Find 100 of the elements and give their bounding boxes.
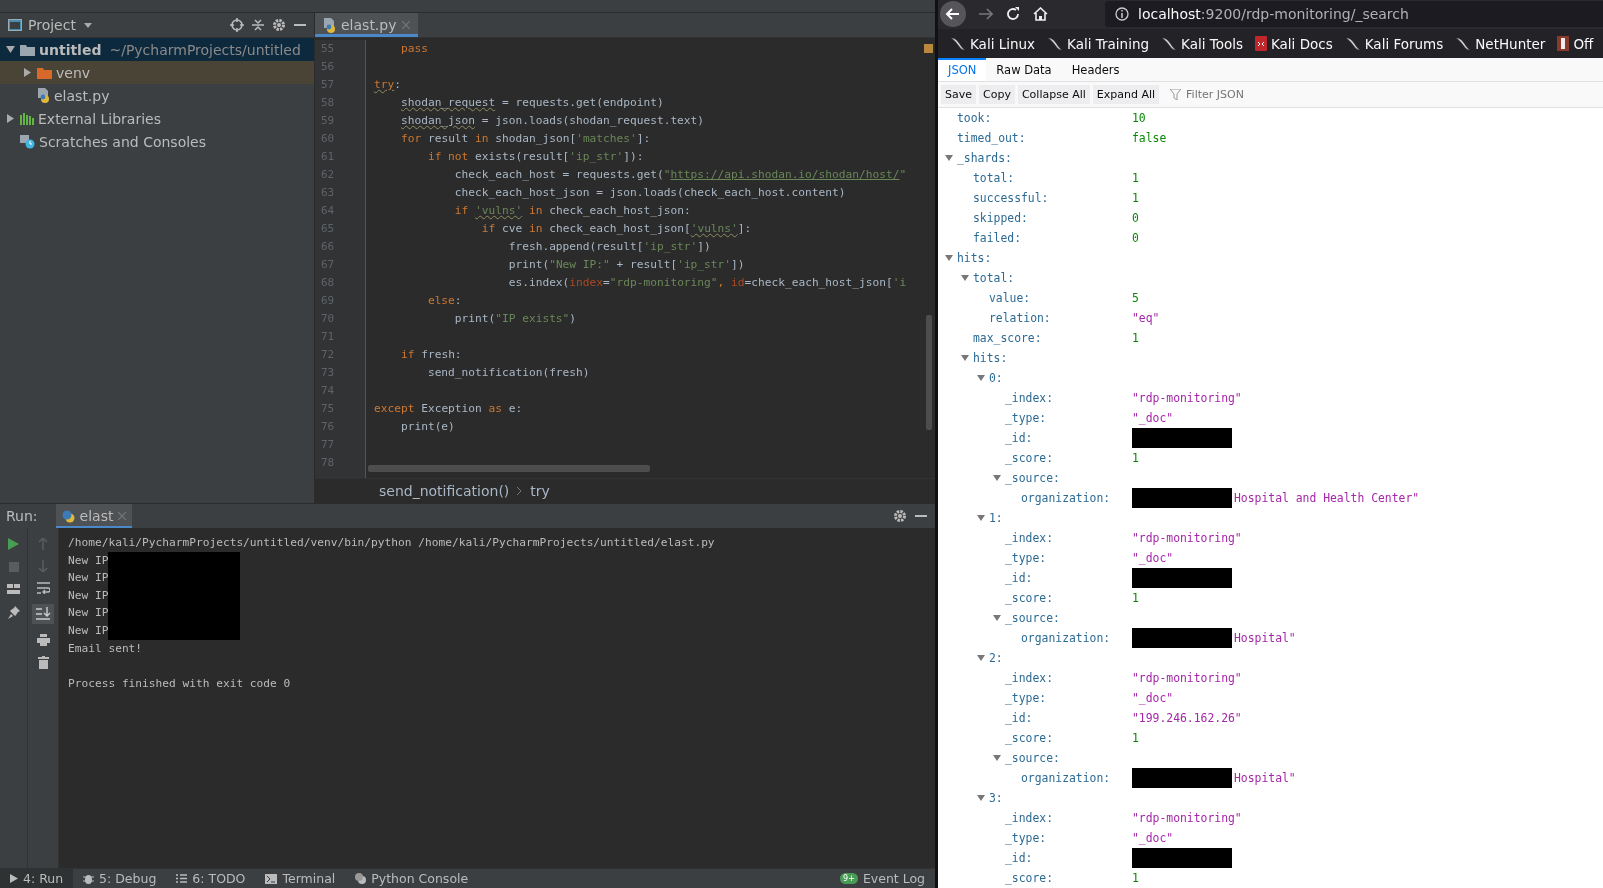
inspection-status-icon[interactable]	[923, 44, 933, 53]
pin-icon[interactable]	[7, 606, 20, 619]
bookmark[interactable]: Kali Linux	[950, 35, 1036, 52]
tree-item[interactable]: venv	[0, 61, 314, 84]
json-value: 5	[1132, 291, 1139, 305]
json-key: _index:	[1005, 811, 1053, 825]
soft-wrap-icon[interactable]	[36, 582, 50, 594]
json-key: _id:	[1005, 851, 1033, 865]
tool-window-button[interactable]: 6: TODO	[166, 869, 256, 888]
json-value: 0	[1132, 211, 1139, 225]
run-tab[interactable]: elast	[55, 504, 133, 528]
event-log-button[interactable]: 9+ Event Log	[830, 869, 935, 888]
expanded-arrow-icon[interactable]	[945, 255, 953, 261]
json-key: _score:	[1005, 731, 1053, 745]
collapsed-arrow-icon[interactable]	[22, 68, 32, 77]
tool-window-button[interactable]: 4: Run	[0, 869, 74, 888]
console-line: Process finished with exit code 0	[68, 675, 291, 692]
json-key: total:	[973, 171, 1015, 185]
tree-item[interactable]: External Libraries	[0, 107, 314, 130]
locate-icon[interactable]	[230, 18, 244, 32]
bookmark[interactable]: Off	[1557, 35, 1594, 52]
dropdown-caret-icon[interactable]	[83, 22, 92, 28]
home-icon[interactable]	[1033, 7, 1048, 22]
layout-icon[interactable]	[7, 584, 20, 594]
json-key: 1:	[989, 511, 1003, 525]
console-line: New IP	[68, 587, 109, 604]
settings-icon[interactable]	[272, 18, 286, 32]
trash-icon[interactable]	[37, 656, 49, 669]
json-key: _type:	[1005, 411, 1047, 425]
print-icon[interactable]	[36, 634, 50, 646]
expanded-arrow-icon[interactable]	[977, 515, 985, 521]
tree-item[interactable]: Scratches and Consoles	[0, 130, 314, 153]
breadcrumb[interactable]: send_notification()	[379, 483, 510, 499]
panel-title[interactable]: Project	[28, 17, 76, 33]
back-icon[interactable]	[940, 1, 966, 28]
code-line: print("IP exists")	[453, 312, 577, 325]
tree-item[interactable]: elast.py	[0, 84, 314, 107]
viewer-tab[interactable]: Raw Data	[986, 58, 1062, 82]
document-icon	[1254, 36, 1267, 52]
console-line: /home/kali/PycharmProjects/untitled/venv/bin/python /home/kali/PycharmProjects/untitled/elast.py	[68, 535, 715, 551]
expanded-arrow-icon[interactable]	[977, 795, 985, 801]
info-icon[interactable]	[1115, 7, 1129, 22]
bookmark[interactable]: NetHunter	[1455, 35, 1546, 52]
console-line: New IP	[68, 552, 109, 569]
expanded-arrow-icon[interactable]	[993, 755, 1001, 761]
settings-icon[interactable]	[893, 509, 907, 523]
bookmark[interactable]: Kali Tools	[1161, 35, 1243, 52]
editor-tab[interactable]: elast.py	[315, 13, 418, 37]
json-value: "_doc"	[1132, 831, 1174, 845]
toolbar-button[interactable]: Copy	[979, 85, 1015, 105]
json-value: 1	[1132, 191, 1139, 205]
code-line: pass	[399, 42, 428, 55]
code-line: print(e)	[399, 420, 455, 433]
expanded-arrow-icon[interactable]	[977, 375, 985, 381]
breadcrumb[interactable]: try	[530, 483, 550, 499]
json-key: _shards:	[957, 151, 1012, 165]
json-key: _id:	[1005, 711, 1033, 725]
json-value: 1	[1132, 731, 1139, 745]
json-key: _id:	[1005, 431, 1033, 445]
expanded-arrow-icon[interactable]	[993, 475, 1001, 481]
tool-window-button[interactable]: Python Console	[345, 869, 479, 888]
vertical-scrollbar[interactable]	[926, 315, 932, 430]
toolbar-button[interactable]: Expand All	[1092, 85, 1160, 105]
expanded-arrow-icon[interactable]	[945, 155, 953, 161]
code-line: es.index(index="rdp-monitoring", id=check_each_host_json['i	[507, 276, 907, 289]
console-line: New IP	[68, 605, 109, 622]
address-bar[interactable]: localhost:9200/rdp-monitoring/_search	[1105, 1, 1603, 28]
console-line: Email sent!	[68, 640, 143, 657]
bookmark[interactable]: Kali Forums	[1344, 35, 1444, 52]
json-value: 1	[1132, 451, 1139, 465]
json-value: Hospital and Health Center"	[1234, 491, 1420, 505]
bookmark[interactable]: Kali Training	[1047, 35, 1149, 52]
forward-icon[interactable]	[979, 8, 993, 21]
tool-window-button[interactable]: 5: Debug	[73, 869, 167, 888]
reload-icon[interactable]	[1006, 7, 1020, 22]
toolbar-button[interactable]: Collapse All	[1017, 85, 1090, 105]
json-key: organization:	[1021, 631, 1111, 645]
scroll-to-end-icon[interactable]	[32, 604, 54, 624]
filter-field[interactable]: Filter JSON	[1184, 87, 1339, 103]
expanded-arrow-icon[interactable]	[977, 655, 985, 661]
json-value: 1	[1132, 331, 1139, 345]
toolbar-button[interactable]: Save	[941, 85, 976, 105]
json-key: organization:	[1021, 771, 1111, 785]
json-value: "rdp-monitoring"	[1132, 391, 1242, 405]
viewer-tab[interactable]: JSON	[938, 58, 987, 82]
collapsed-arrow-icon[interactable]	[5, 114, 15, 123]
expanded-arrow-icon[interactable]	[961, 355, 969, 361]
tree-item[interactable]: untitled ~/PycharmProjects/untitled	[0, 38, 314, 61]
expanded-arrow-icon[interactable]	[993, 615, 1001, 621]
viewer-tab[interactable]: Headers	[1061, 58, 1130, 82]
bookmark[interactable]: Kali Docs	[1254, 35, 1333, 52]
horizontal-scrollbar[interactable]	[368, 465, 650, 472]
python-file-icon	[323, 17, 336, 33]
play-icon[interactable]	[8, 538, 19, 550]
tool-window-button[interactable]: Terminal	[255, 869, 346, 888]
collapse-all-icon[interactable]	[252, 18, 264, 32]
expanded-arrow-icon[interactable]	[961, 275, 969, 281]
code-line: if cve in check_each_host_json['vulns']:	[480, 222, 752, 235]
json-value: false	[1132, 131, 1167, 145]
expanded-arrow-icon[interactable]	[5, 45, 15, 54]
